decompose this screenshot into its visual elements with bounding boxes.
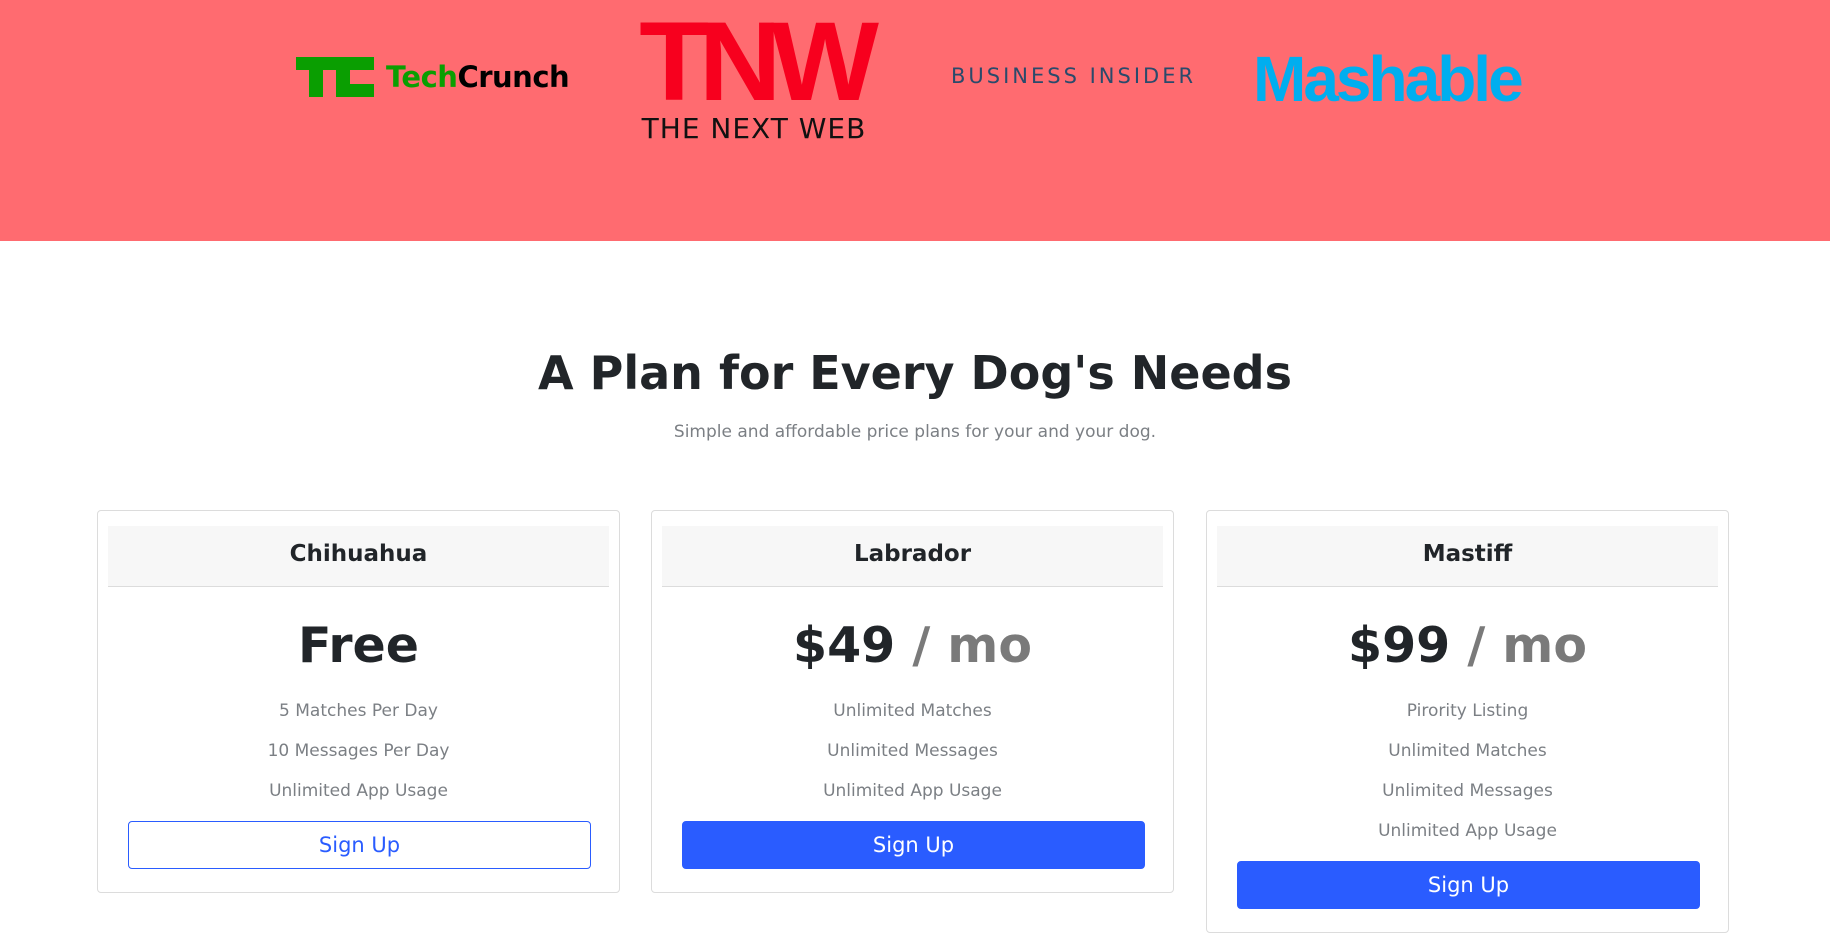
feature-item: 5 Matches Per Day — [279, 701, 438, 721]
techcrunch-logo: TechCrunch — [296, 55, 570, 99]
tnw-logo: TNW THE NEXT WEB — [616, 0, 892, 146]
sign-up-button-mastiff[interactable]: Sign Up — [1237, 861, 1700, 909]
price-amount: $49 — [792, 617, 896, 674]
plan-name: Labrador — [662, 526, 1163, 587]
feature-item: Unlimited App Usage — [269, 781, 448, 801]
plan-card-labrador: Labrador $49 / mo Unlimited Matches Unli… — [651, 510, 1174, 893]
plan-price: $99 / mo — [1207, 615, 1728, 677]
feature-list: Pirority Listing Unlimited Matches Unlim… — [1207, 691, 1728, 851]
business-insider-logo: BUSINESS INSIDER — [951, 64, 1197, 88]
plan-name: Mastiff — [1217, 526, 1718, 587]
techcrunch-mark-icon — [296, 57, 374, 97]
feature-item: Pirority Listing — [1406, 701, 1529, 721]
feature-item: Unlimited Matches — [833, 701, 992, 721]
price-amount: $99 — [1347, 617, 1451, 674]
feature-list: 5 Matches Per Day 10 Messages Per Day Un… — [98, 691, 619, 811]
plan-card-chihuahua: Chihuahua Free 5 Matches Per Day 10 Mess… — [97, 510, 620, 893]
feature-item: Unlimited App Usage — [1378, 821, 1557, 841]
feature-item: Unlimited Messages — [1382, 781, 1553, 801]
price-period: / mo — [895, 617, 1033, 674]
feature-item: Unlimited Messages — [827, 741, 998, 761]
price-period: / mo — [1450, 617, 1588, 674]
pricing-heading: A Plan for Every Dog's Needs — [538, 346, 1292, 400]
price-amount: Free — [298, 617, 419, 674]
sign-up-button-labrador[interactable]: Sign Up — [682, 821, 1145, 869]
tnw-wordmark: TNW — [639, 0, 879, 124]
mashable-logo: Mashable — [1253, 43, 1524, 115]
plan-price: Free — [98, 615, 619, 677]
techcrunch-wordmark: TechCrunch — [386, 60, 570, 94]
pricing-subheading: Simple and affordable price plans for yo… — [673, 422, 1157, 442]
feature-item: Unlimited App Usage — [823, 781, 1002, 801]
feature-item: 10 Messages Per Day — [267, 741, 450, 761]
plan-name: Chihuahua — [108, 526, 609, 587]
sign-up-button-chihuahua[interactable]: Sign Up — [128, 821, 591, 869]
plan-price: $49 / mo — [652, 615, 1173, 677]
feature-list: Unlimited Matches Unlimited Messages Unl… — [652, 691, 1173, 811]
plan-card-mastiff: Mastiff $99 / mo Pirority Listing Unlimi… — [1206, 510, 1729, 933]
press-section: TechCrunch TNW THE NEXT WEB BUSINESS INS… — [0, 0, 1830, 241]
feature-item: Unlimited Matches — [1388, 741, 1547, 761]
